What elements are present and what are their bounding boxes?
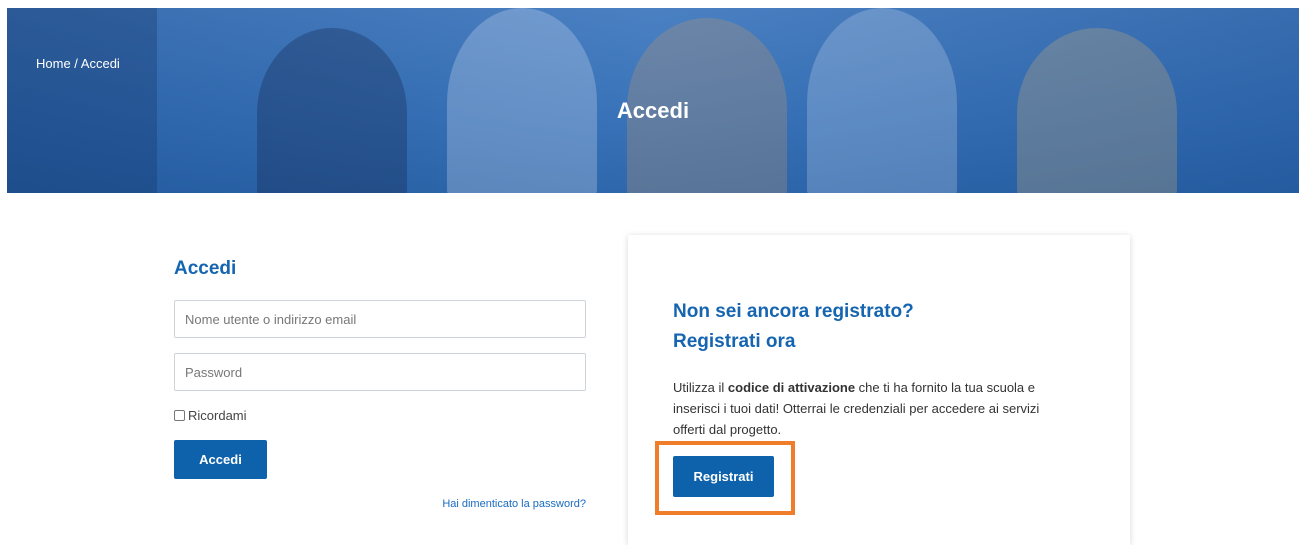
hero-banner: Home / Accedi Accedi [7,8,1299,193]
register-text-bold: codice di attivazione [727,380,856,395]
register-title-line2: Registrati ora [673,331,796,352]
page-title: Accedi [616,98,690,123]
register-text-before: Utilizza il [673,380,728,395]
login-button[interactable]: Accedi [174,440,267,479]
remember-label: Ricordami [188,408,247,423]
remember-checkbox[interactable] [174,410,185,421]
register-title: Non sei ancora registrato? Registrati or… [673,297,1093,357]
register-title-line1: Non sei ancora registrato? [673,301,914,322]
breadcrumb[interactable]: Home / Accedi [36,56,120,71]
login-title: Accedi [174,258,237,279]
highlight-box [655,441,795,515]
forgot-password-link[interactable]: Hai dimenticato la password? [400,498,586,510]
remember-me[interactable]: Ricordami [174,408,247,423]
username-input[interactable] [174,300,586,338]
register-description: Utilizza il codice di attivazione che ti… [673,377,1073,440]
password-input[interactable] [174,353,586,391]
